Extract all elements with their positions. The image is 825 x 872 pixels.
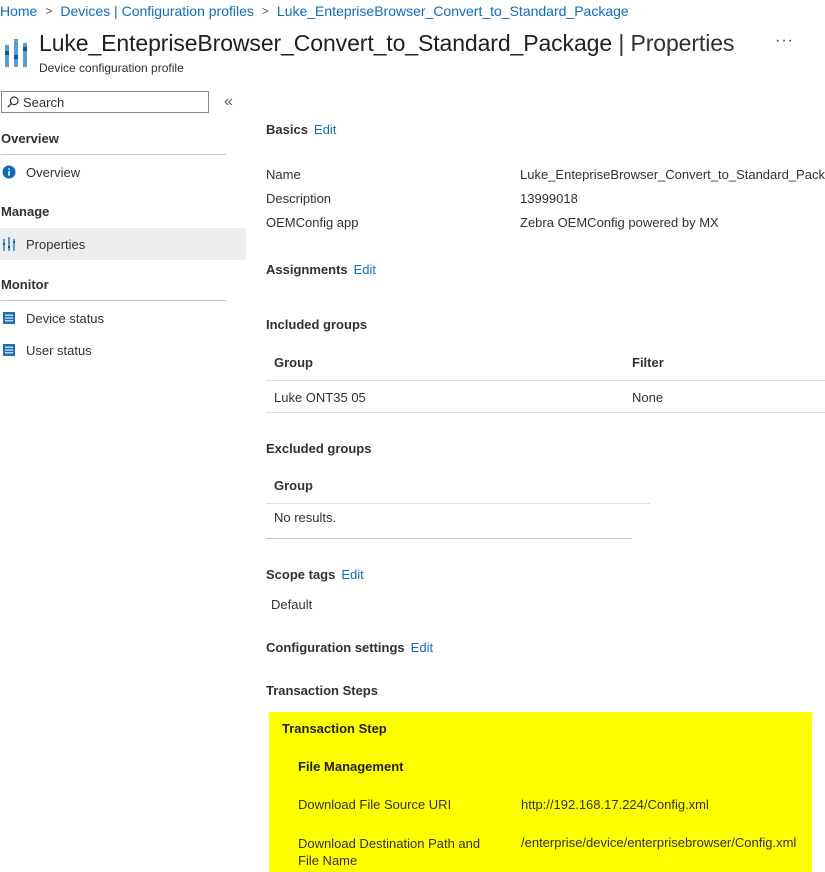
table-divider bbox=[266, 412, 825, 413]
excluded-group-header: Group bbox=[274, 478, 313, 493]
chevron-right-icon: > bbox=[45, 4, 53, 18]
configuration-settings-edit-link[interactable]: Edit bbox=[411, 640, 433, 655]
scope-tags-heading: Scope tags Edit bbox=[266, 567, 364, 582]
scope-tags-title: Scope tags bbox=[266, 567, 336, 582]
included-groups-title: Included groups bbox=[266, 317, 368, 332]
collapse-sidebar-button[interactable]: « bbox=[224, 93, 233, 111]
sidebar-item-label: Overview bbox=[26, 164, 81, 180]
page-title: Luke_EntepriseBrowser_Convert_to_Standar… bbox=[39, 30, 734, 57]
included-group-cell: Luke ONT35 05 bbox=[274, 390, 366, 405]
download-source-uri-label: Download File Source URI bbox=[298, 797, 452, 812]
sidebar-section-overview: Overview bbox=[1, 131, 59, 146]
sidebar-item-properties[interactable]: Properties bbox=[0, 228, 246, 260]
properties-icon bbox=[3, 237, 15, 251]
included-group-header: Group bbox=[274, 355, 313, 370]
breadcrumb-profile[interactable]: Luke_EntepriseBrowser_Convert_to_Standar… bbox=[277, 3, 629, 19]
policy-bars-icon bbox=[5, 39, 27, 67]
sidebar-item-label: User status bbox=[26, 342, 92, 358]
name-value: Luke_EntepriseBrowser_Convert_to_Standar… bbox=[520, 167, 825, 182]
sidebar-item-user-status[interactable]: User status bbox=[0, 334, 246, 366]
more-options-button[interactable]: ··· bbox=[775, 32, 794, 50]
description-label: Description bbox=[266, 191, 332, 206]
name-label: Name bbox=[266, 167, 301, 182]
download-destination-label: Download Destination Path and File Name bbox=[298, 836, 481, 868]
sidebar-item-overview[interactable]: Overview bbox=[0, 156, 246, 188]
description-value: 13999018 bbox=[520, 191, 578, 206]
included-filter-cell: None bbox=[632, 390, 664, 405]
oemconfig-app-label: OEMConfig app bbox=[266, 215, 359, 230]
assignments-edit-link[interactable]: Edit bbox=[354, 262, 376, 277]
divider bbox=[1, 300, 226, 301]
configuration-settings-title: Configuration settings bbox=[266, 640, 405, 655]
oemconfig-app-value: Zebra OEMConfig powered by MX bbox=[520, 215, 719, 230]
sidebar-item-device-status[interactable]: Device status bbox=[0, 302, 246, 334]
table-divider bbox=[266, 380, 825, 381]
excluded-groups-title: Excluded groups bbox=[266, 441, 372, 456]
assignments-heading: Assignments Edit bbox=[266, 262, 376, 277]
assignments-title: Assignments bbox=[266, 262, 348, 277]
basics-edit-link[interactable]: Edit bbox=[314, 122, 336, 137]
transaction-steps-title: Transaction Steps bbox=[266, 683, 378, 698]
info-icon bbox=[2, 165, 16, 179]
configuration-settings-heading: Configuration settings Edit bbox=[266, 640, 433, 655]
transaction-step-title: Transaction Step bbox=[282, 721, 387, 736]
excluded-empty-text: No results. bbox=[274, 510, 337, 525]
report-icon bbox=[3, 312, 15, 324]
scope-tags-edit-link[interactable]: Edit bbox=[341, 567, 363, 582]
sidebar-item-label: Device status bbox=[26, 310, 105, 326]
search-icon bbox=[7, 96, 19, 108]
sidebar-section-monitor: Monitor bbox=[1, 277, 49, 292]
breadcrumb-configuration-profiles[interactable]: Devices | Configuration profiles bbox=[60, 3, 254, 19]
search-input[interactable] bbox=[19, 94, 193, 110]
page-title-name: Luke_EntepriseBrowser_Convert_to_Standar… bbox=[39, 30, 613, 56]
table-divider bbox=[266, 538, 632, 539]
download-destination-value: /enterprise/device/enterprisebrowser/Con… bbox=[521, 835, 797, 850]
download-source-uri-value: http://192.168.17.224/Config.xml bbox=[521, 797, 709, 812]
file-management-title: File Management bbox=[298, 759, 404, 774]
basics-title: Basics bbox=[266, 122, 308, 137]
table-divider bbox=[266, 503, 650, 504]
divider bbox=[1, 154, 226, 155]
sidebar-item-label: Properties bbox=[26, 236, 86, 252]
breadcrumb-home[interactable]: Home bbox=[0, 3, 37, 19]
page-title-suffix: | Properties bbox=[618, 30, 735, 56]
chevron-right-icon: > bbox=[261, 4, 269, 18]
basics-heading: Basics Edit bbox=[266, 122, 336, 137]
included-filter-header: Filter bbox=[632, 355, 664, 370]
scope-tag-value: Default bbox=[271, 597, 313, 612]
breadcrumb: Home > Devices | Configuration profiles … bbox=[0, 2, 629, 20]
page-subtitle: Device configuration profile bbox=[39, 61, 184, 75]
sidebar-section-manage: Manage bbox=[1, 204, 50, 219]
sidebar-search[interactable] bbox=[1, 91, 209, 113]
report-icon bbox=[3, 344, 15, 356]
